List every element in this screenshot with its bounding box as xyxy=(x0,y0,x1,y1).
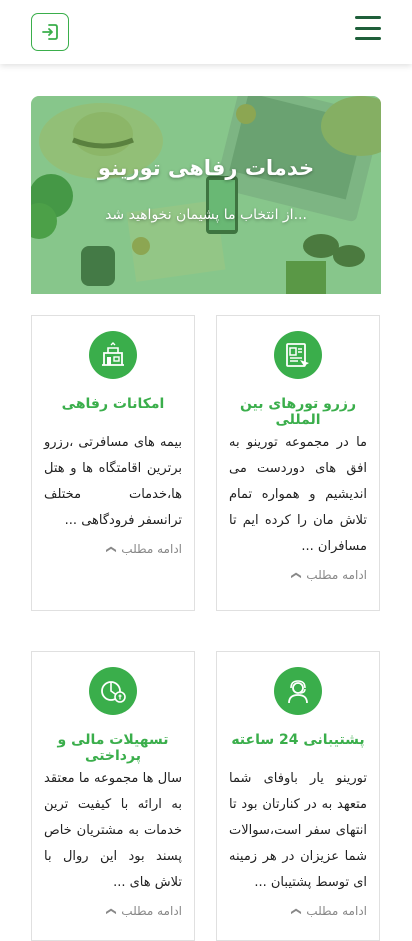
welfare-icon xyxy=(89,331,137,379)
login-icon xyxy=(42,24,58,40)
read-more-link[interactable]: ادامه مطلب ❯ xyxy=(105,904,182,918)
card-text: ما در مجموعه تورینو به افق های دوردست می… xyxy=(229,435,367,554)
chevron-down-icon: ❯ xyxy=(105,906,117,916)
card-text: تورینو یار باوفای شما متعهد به در کنارتا… xyxy=(229,771,367,890)
header xyxy=(0,0,412,64)
hamburger-icon-line xyxy=(355,16,381,19)
card-title: تسهیلات مالی و پرداختی xyxy=(57,732,169,764)
card-title: امکانات رفاهی xyxy=(61,396,165,412)
card-text: سال ها مجموعه ما معتقد به ارائه با کیفیت… xyxy=(44,771,182,890)
booking-icon xyxy=(274,331,322,379)
payment-icon xyxy=(89,667,137,715)
card-title: پشتیبانی 24 ساعته xyxy=(231,732,365,748)
service-card-24h-support: پشتیبانی 24 ساعته تورینو یار باوفای شما … xyxy=(216,651,380,941)
hamburger-menu-button[interactable] xyxy=(355,16,381,40)
hero-banner: خدمات رفاهی تورینو از انتخاب ما پشیمان ن… xyxy=(31,96,381,294)
card-text: بیمه های مسافرتی ،رزرو برترین اقامتگاه ه… xyxy=(44,435,182,528)
service-card-welfare-facilities: امکانات رفاهی بیمه های مسافرتی ،رزرو برت… xyxy=(31,315,195,611)
read-more-link[interactable]: ادامه مطلب ❯ xyxy=(290,568,367,582)
support-agent-icon xyxy=(274,667,322,715)
hamburger-icon-line xyxy=(355,26,381,30)
chevron-down-icon: ❯ xyxy=(290,906,302,916)
hero-overlay xyxy=(31,96,381,294)
card-title: رزرو تورهای بین المللی xyxy=(239,396,357,428)
read-more-label: ادامه مطلب xyxy=(306,904,367,918)
hero-title: خدمات رفاهی تورینو xyxy=(97,156,315,180)
read-more-link[interactable]: ادامه مطلب ❯ xyxy=(105,542,182,556)
service-card-international-tours: رزرو تورهای بین المللی ما در مجموعه توری… xyxy=(216,315,380,611)
read-more-label: ادامه مطلب xyxy=(121,904,182,918)
read-more-link[interactable]: ادامه مطلب ❯ xyxy=(290,904,367,918)
read-more-label: ادامه مطلب xyxy=(306,568,367,582)
chevron-down-icon: ❯ xyxy=(290,570,302,580)
hero-subtitle: از انتخاب ما پشیمان نخواهید شد... xyxy=(105,207,307,223)
chevron-down-icon: ❯ xyxy=(105,544,117,554)
hamburger-icon-line xyxy=(355,37,381,40)
read-more-label: ادامه مطلب xyxy=(121,542,182,556)
login-button[interactable] xyxy=(31,13,69,51)
service-card-financial-facilities: تسهیلات مالی و پرداختی سال ها مجموعه ما … xyxy=(31,651,195,941)
